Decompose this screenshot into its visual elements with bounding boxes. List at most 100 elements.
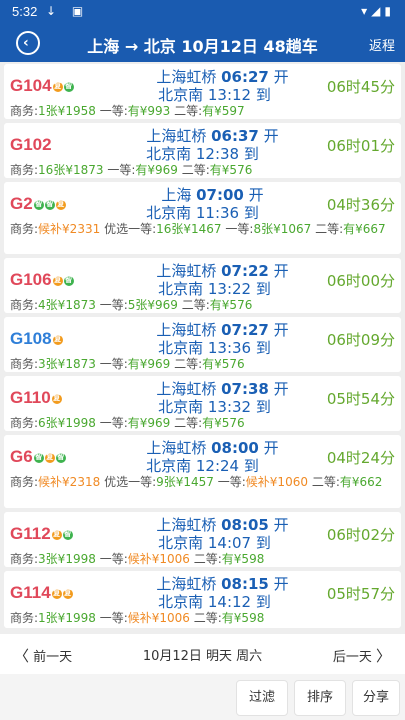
seat-class-label: 优选一等:	[104, 475, 157, 489]
arrival-suffix: 到	[255, 534, 271, 552]
trip-duration: 06时09分	[326, 331, 395, 349]
seat-class-value: 候补¥1006	[127, 552, 190, 566]
train-card-g108[interactable]: G108 复上海虹桥 07:27 开北京南 13:36 到 06时09分 商务:3张¥…	[4, 317, 401, 372]
seat-class-value: 有¥576	[209, 298, 253, 312]
seat-availability: 商务:1张¥1958 一等:有¥993 二等:有¥597	[10, 103, 395, 119]
date-navigation: 〈 前一天 10月12日 明天 周六 后一天 〉	[0, 634, 405, 674]
seat-class-label: 二等:	[174, 357, 203, 371]
trip-duration: 06时45分	[326, 78, 395, 96]
seat-class-label: 二等:	[181, 298, 210, 312]
seat-class-value: 4张¥1873	[38, 298, 96, 312]
seat-class-label: 一等:	[225, 222, 254, 236]
seat-class-label: 商务:	[10, 552, 39, 566]
seat-class-value: 有¥969	[127, 416, 171, 430]
train-card-g106[interactable]: G106 复智上海虹桥 07:22 开北京南 13:22 到 06时00分 商务:4张…	[4, 258, 401, 313]
arrival-suffix: 到	[243, 457, 259, 475]
seat-availability: 商务:6张¥1998 一等:有¥969 二等:有¥576	[10, 415, 395, 431]
train-card-g2[interactable]: G2 智智复上海 07:00 开北京南 11:36 到 04时36分 商务:候补¥23…	[4, 182, 401, 254]
seat-class-value: 3张¥1998	[38, 552, 96, 566]
sort-button[interactable]: 排序	[294, 680, 346, 716]
seat-class-value: 1张¥1958	[38, 104, 96, 118]
page-title: 上海 → 北京 10月12日 48趟车	[87, 37, 318, 56]
arrival-station: 北京南	[158, 398, 204, 416]
seat-class-label: 二等:	[174, 104, 203, 118]
seat-class-value: 16张¥1873	[38, 163, 104, 177]
seat-class-label: 一等:	[99, 611, 128, 625]
trip-duration: 05时54分	[326, 390, 395, 408]
seat-class-value: 有¥576	[209, 163, 253, 177]
seat-class-label: 二等:	[311, 475, 340, 489]
seat-class-label: 商务:	[10, 222, 39, 236]
seat-class-value: 有¥598	[221, 552, 265, 566]
arrival-time: 13:22	[207, 280, 252, 298]
seat-availability: 商务:16张¥1873 一等:有¥969 二等:有¥576	[10, 162, 395, 178]
share-button[interactable]: 分享	[352, 680, 400, 716]
train-card-g114[interactable]: G114 复复上海虹桥 08:15 开北京南 14:12 到 05时57分 商务:1张…	[4, 571, 401, 628]
seat-class-value: 有¥969	[135, 163, 178, 177]
arrival-suffix: 到	[255, 280, 271, 298]
train-card-g112[interactable]: G112 复智上海虹桥 08:05 开北京南 14:07 到 06时02分 商务:3张…	[4, 512, 401, 567]
trip-duration: 06时01分	[326, 137, 395, 155]
seat-class-value: 候补¥2318	[38, 475, 101, 489]
seat-class-value: 有¥969	[127, 357, 171, 371]
return-trip-button[interactable]: 返程	[369, 35, 395, 54]
next-day-label: 后一天	[332, 650, 372, 665]
arrival-suffix: 到	[243, 204, 259, 222]
seat-class-label: 二等:	[193, 611, 222, 625]
seat-class-label: 商务:	[10, 104, 39, 118]
arrival-suffix: 到	[243, 145, 259, 163]
trip-duration: 05时57分	[326, 585, 395, 603]
seat-class-label: 一等:	[99, 552, 128, 566]
seat-class-label: 二等:	[181, 163, 210, 177]
seat-class-value: 候补¥2331	[38, 222, 101, 236]
seat-class-label: 二等:	[174, 416, 203, 430]
seat-class-value: 5张¥969	[127, 298, 178, 312]
filter-button[interactable]: 过滤	[236, 680, 288, 716]
seat-class-label: 一等:	[107, 163, 136, 177]
seat-class-value: 有¥576	[202, 416, 245, 430]
seat-class-value: 6张¥1998	[38, 416, 96, 430]
seat-class-value: 3张¥1873	[38, 357, 96, 371]
seat-class-label: 商务:	[10, 163, 39, 177]
arrival-station: 北京南	[158, 593, 204, 611]
app-header: ‹ 上海 → 北京 10月12日 48趟车 返程	[0, 24, 405, 62]
arrival-suffix: 到	[255, 339, 271, 357]
next-day-button[interactable]: 后一天 〉	[333, 645, 391, 666]
seat-class-value: 9张¥1457	[156, 475, 214, 489]
seat-class-value: 有¥598	[221, 611, 265, 625]
train-card-g104[interactable]: G104 复智上海虹桥 06:27 开北京南 13:12 到 06时45分 商务:1张…	[4, 64, 401, 119]
seat-class-value: 有¥576	[202, 357, 245, 371]
seat-class-label: 一等:	[99, 104, 128, 118]
arrival-station: 北京南	[158, 534, 204, 552]
seat-class-value: 有¥662	[339, 475, 383, 489]
seat-availability: 商务:1张¥1998 一等:候补¥1006 二等:有¥598	[10, 610, 395, 626]
seat-class-label: 一等:	[217, 475, 246, 489]
seat-class-label: 一等:	[99, 298, 128, 312]
train-list: G104 复智上海虹桥 06:27 开北京南 13:12 到 06时45分 商务:1张…	[0, 62, 405, 634]
notification-icons: ↓ ▣	[46, 4, 90, 18]
arrival-time: 14:12	[207, 593, 252, 611]
seat-class-label: 一等:	[99, 357, 128, 371]
arrival-suffix: 到	[255, 86, 271, 104]
seat-class-value: 有¥597	[202, 104, 245, 118]
seat-availability: 商务:候补¥2318 优选一等:9张¥1457 一等:候补¥1060 二等:有¥…	[10, 474, 395, 490]
train-card-g6[interactable]: G6 智复智上海虹桥 08:00 开北京南 12:24 到 04时24分 商务:候补¥…	[4, 435, 401, 508]
seat-class-label: 商务:	[10, 357, 39, 371]
arrival-station: 北京南	[146, 204, 192, 222]
arrival-time: 12:24	[195, 457, 240, 475]
seat-availability: 商务:候补¥2331 优选一等:16张¥1467 一等:8张¥1067 二等:有…	[10, 221, 395, 237]
arrival-time: 13:12	[207, 86, 252, 104]
system-icons: ▾◢▮	[361, 4, 395, 18]
seat-availability: 商务:4张¥1873 一等:5张¥969 二等:有¥576	[10, 297, 395, 313]
seat-class-label: 商务:	[10, 416, 39, 430]
train-card-g102[interactable]: G102 上海虹桥 06:37 开北京南 12:38 到 06时01分 商务:16张¥…	[4, 123, 401, 178]
train-card-g110[interactable]: G110 复上海虹桥 07:38 开北京南 13:32 到 05时54分 商务:6张¥…	[4, 376, 401, 431]
action-bar: 过滤 排序 分享	[0, 674, 405, 720]
arrival-suffix: 到	[255, 398, 271, 416]
seat-class-value: 8张¥1067	[253, 222, 312, 236]
arrival-time: 12:38	[195, 145, 240, 163]
arrival-station: 北京南	[158, 280, 204, 298]
seat-class-value: 有¥667	[343, 222, 386, 236]
arrival-station: 北京南	[158, 86, 204, 104]
chevron-right-icon: 〉	[375, 647, 391, 665]
